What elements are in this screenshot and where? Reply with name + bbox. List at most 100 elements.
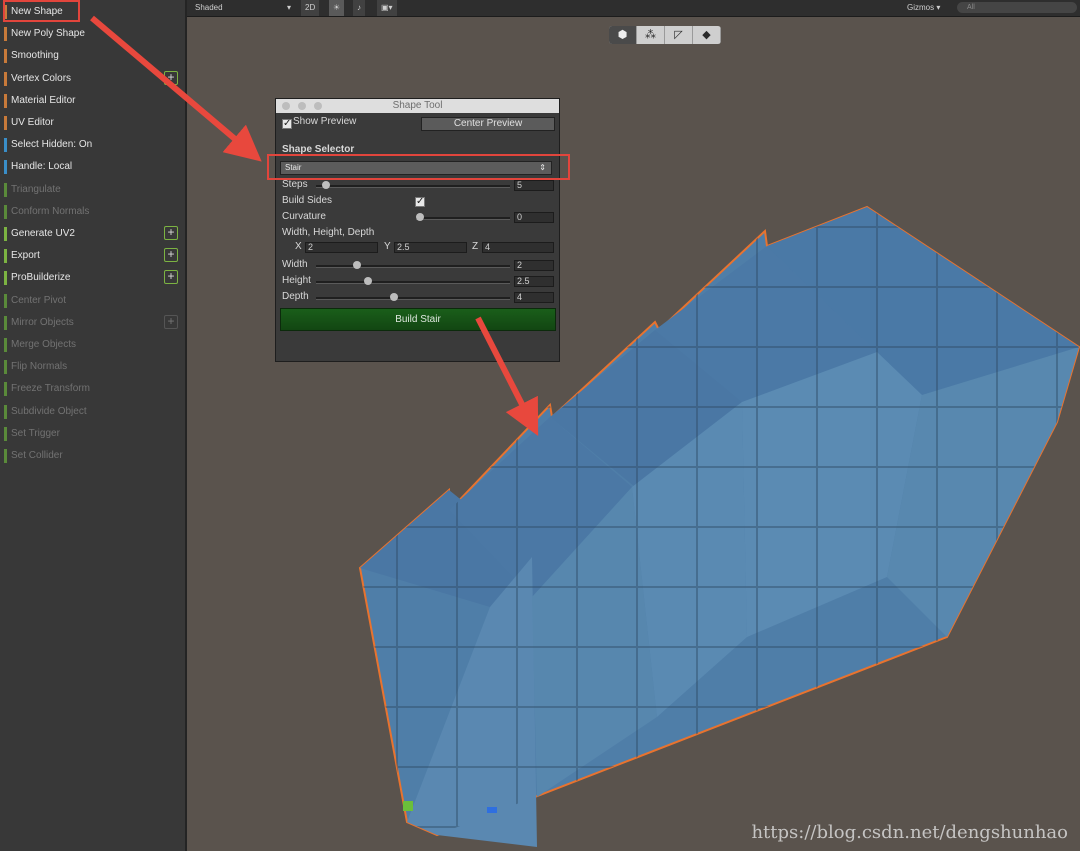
- z-field[interactable]: 4: [482, 242, 554, 253]
- x-field[interactable]: 2: [305, 242, 378, 253]
- category-color-bar: [4, 338, 7, 352]
- shading-dropdown-arrow-icon: ▾: [287, 3, 292, 12]
- close-window-icon[interactable]: [282, 102, 290, 110]
- height-slider[interactable]: [316, 281, 510, 284]
- options-plus-icon[interactable]: +: [164, 226, 178, 240]
- x-label: X: [295, 241, 302, 252]
- build-sides-checkbox[interactable]: ✓: [415, 197, 425, 207]
- shading-mode-dropdown[interactable]: Shaded: [195, 0, 223, 16]
- sidebar-item-label: Smoothing: [11, 50, 59, 62]
- options-plus-icon[interactable]: +: [164, 270, 178, 285]
- selection-mode-toggles[interactable]: ⬢ ⁂ ◸ ◆: [609, 26, 721, 44]
- width-field[interactable]: 2: [514, 260, 554, 271]
- face-mode-icon[interactable]: ◆: [693, 26, 721, 44]
- width-label: Width: [282, 259, 308, 270]
- steps-label: Steps: [282, 179, 308, 190]
- shape-selector-highlight: [267, 154, 570, 180]
- sidebar-item-center-pivot[interactable]: Center Pivot: [4, 292, 180, 310]
- sidebar-item-label: Merge Objects: [11, 339, 77, 350]
- show-preview-label: Show Preview: [293, 116, 357, 127]
- sidebar-item-label: Conform Normals: [11, 205, 90, 217]
- category-color-bar: [4, 160, 7, 175]
- sidebar-item-set-trigger[interactable]: Set Trigger: [4, 425, 180, 443]
- z-label: Z: [472, 241, 479, 252]
- build-sides-label: Build Sides: [282, 195, 333, 206]
- edge-mode-icon[interactable]: ◸: [665, 26, 693, 44]
- sidebar-item-label: Freeze Transform: [11, 383, 90, 395]
- gizmos-dropdown[interactable]: Gizmos ▾: [907, 0, 940, 16]
- steps-slider[interactable]: [316, 185, 510, 188]
- category-color-bar: [4, 49, 7, 64]
- minimize-window-icon[interactable]: [298, 102, 306, 110]
- sidebar-item-handle-local[interactable]: Handle: Local: [4, 158, 180, 176]
- curvature-field[interactable]: 0: [514, 212, 554, 223]
- category-color-bar: [4, 404, 7, 419]
- sidebar-item-material-editor[interactable]: Material Editor: [4, 92, 180, 110]
- sidebar-item-probuilderize[interactable]: ProBuilderize +: [4, 269, 180, 287]
- sidebar-item-flip-normals[interactable]: Flip Normals: [4, 358, 180, 376]
- category-color-bar: [4, 93, 7, 108]
- category-color-bar: [4, 382, 7, 397]
- sidebar-item-smoothing[interactable]: Smoothing: [4, 47, 180, 65]
- category-color-bar: [4, 426, 7, 441]
- height-label: Height: [282, 275, 311, 286]
- steps-slider-thumb[interactable]: [321, 181, 330, 189]
- audio-toggle-icon[interactable]: ♪: [353, 0, 365, 16]
- sidebar-item-label: UV Editor: [11, 117, 54, 128]
- depth-field[interactable]: 4: [514, 292, 554, 303]
- pivot-handle-icon: [403, 801, 413, 811]
- category-color-bar: [4, 271, 7, 286]
- watermark-text: https://blog.csdn.net/dengshunhao: [751, 822, 1068, 843]
- sidebar-item-vertex-colors[interactable]: Vertex Colors +: [4, 70, 180, 88]
- sidebar-item-merge-objects[interactable]: Merge Objects: [4, 336, 180, 354]
- sidebar-item-label: Mirror Objects: [11, 316, 74, 328]
- center-preview-button[interactable]: Center Preview: [421, 117, 555, 131]
- category-color-bar: [4, 249, 7, 264]
- scene-search-input[interactable]: All: [957, 2, 1077, 13]
- sidebar-item-select-hidden-on[interactable]: Select Hidden: On: [4, 136, 180, 154]
- 2d-toggle-button[interactable]: 2D: [301, 0, 320, 16]
- sidebar-item-label: Generate UV2: [11, 228, 75, 239]
- sidebar-item-label: Flip Normals: [11, 361, 68, 373]
- sidebar-item-conform-normals[interactable]: Conform Normals: [4, 203, 180, 221]
- y-label: Y: [384, 241, 391, 252]
- width-slider[interactable]: [316, 265, 510, 268]
- show-preview-checkbox[interactable]: ✓: [282, 119, 292, 129]
- sidebar-item-label: Center Pivot: [11, 294, 67, 306]
- sidebar-item-freeze-transform[interactable]: Freeze Transform: [4, 380, 180, 398]
- sidebar-item-label: Material Editor: [11, 94, 76, 106]
- lighting-toggle-icon[interactable]: ☀: [329, 0, 345, 16]
- curvature-slider-thumb[interactable]: [416, 213, 424, 221]
- category-color-bar: [4, 182, 7, 197]
- sidebar-item-set-collider[interactable]: Set Collider: [4, 447, 180, 465]
- category-color-bar: [4, 293, 7, 308]
- sidebar-item-new-poly-shape[interactable]: New Poly Shape: [4, 25, 180, 43]
- sidebar-item-label: Triangulate: [11, 183, 61, 195]
- category-color-bar: [4, 360, 7, 375]
- options-plus-icon[interactable]: +: [164, 248, 178, 263]
- category-color-bar: [4, 116, 7, 130]
- sidebar-item-mirror-objects[interactable]: Mirror Objects +: [4, 314, 180, 332]
- depth-slider[interactable]: [316, 297, 510, 300]
- axis-handle-icon: [487, 807, 497, 813]
- sidebar-item-generate-uv2[interactable]: Generate UV2 +: [4, 225, 180, 243]
- category-color-bar: [4, 449, 7, 463]
- sidebar-item-subdivide-object[interactable]: Subdivide Object: [4, 403, 180, 421]
- height-field[interactable]: 2.5: [514, 276, 554, 287]
- sidebar-item-triangulate[interactable]: Triangulate: [4, 181, 180, 199]
- depth-label: Depth: [282, 291, 309, 302]
- zoom-window-icon[interactable]: [314, 102, 322, 110]
- options-plus-icon[interactable]: +: [164, 314, 178, 329]
- whd-label: Width, Height, Depth: [282, 227, 375, 238]
- steps-field[interactable]: 5: [514, 180, 554, 191]
- options-plus-icon[interactable]: +: [164, 70, 178, 85]
- sidebar-item-uv-editor[interactable]: UV Editor: [4, 114, 180, 132]
- object-mode-icon[interactable]: ⬢: [609, 26, 637, 44]
- y-field[interactable]: 2.5: [394, 242, 467, 253]
- sidebar-item-export[interactable]: Export +: [4, 247, 180, 265]
- effects-toggle-icon[interactable]: ▣▾: [377, 0, 397, 16]
- build-stair-button[interactable]: Build Stair: [280, 308, 556, 331]
- curvature-slider[interactable]: [416, 217, 510, 220]
- shape-tool-window: Shape Tool ✓ Show Preview Center Preview…: [267, 98, 570, 362]
- vertex-mode-icon[interactable]: ⁂: [637, 26, 665, 44]
